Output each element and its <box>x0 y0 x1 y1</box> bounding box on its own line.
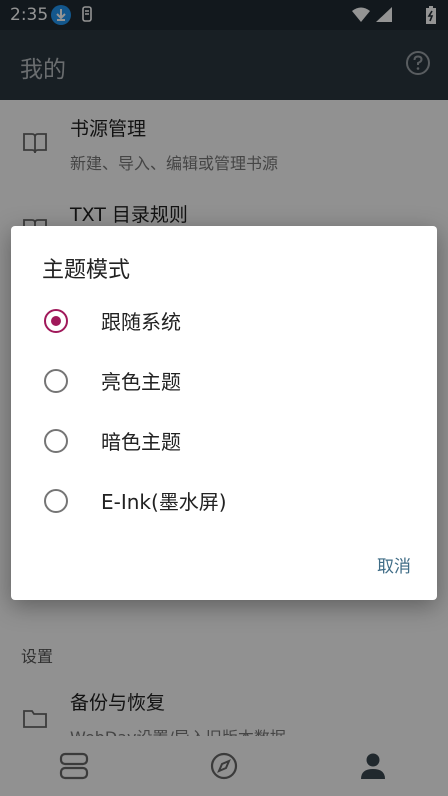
radio-button[interactable] <box>44 369 68 393</box>
option-label: 暗色主题 <box>101 430 181 454</box>
option-follow-system[interactable]: 跟随系统 <box>11 293 437 349</box>
option-label: 跟随系统 <box>101 310 181 334</box>
theme-mode-dialog: 主题模式 跟随系统 亮色主题 暗色主题 E-Ink(墨水屏) 取消 <box>11 226 437 600</box>
option-dark-theme[interactable]: 暗色主题 <box>11 413 437 469</box>
radio-button[interactable] <box>44 429 68 453</box>
option-e-ink[interactable]: E-Ink(墨水屏) <box>11 473 437 529</box>
dialog-title: 主题模式 <box>42 258 131 283</box>
option-label: 亮色主题 <box>101 370 181 394</box>
radio-button-checked[interactable] <box>44 309 68 333</box>
cancel-button[interactable]: 取消 <box>377 552 411 577</box>
option-light-theme[interactable]: 亮色主题 <box>11 353 437 409</box>
option-label: E-Ink(墨水屏) <box>101 490 227 514</box>
radio-button[interactable] <box>44 489 68 513</box>
